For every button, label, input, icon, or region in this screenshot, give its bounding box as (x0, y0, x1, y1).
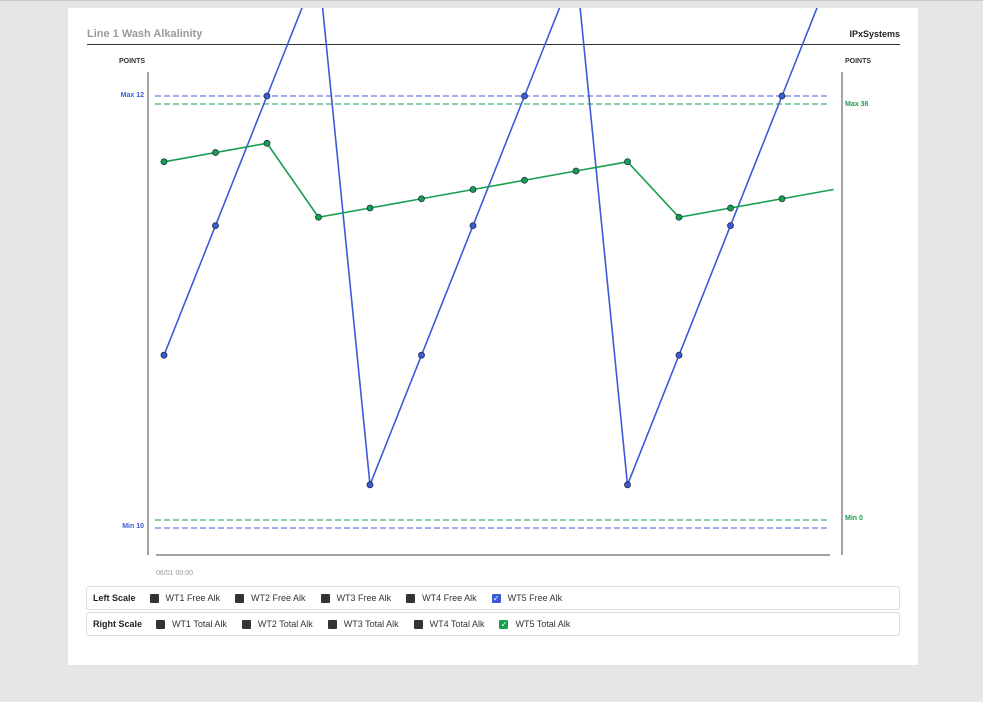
left-scale-label: Left Scale (93, 593, 136, 603)
legend-item-label: WT2 Free Alk (251, 593, 306, 603)
left-min-label: Min 10 (122, 523, 144, 530)
legend-item-label: WT2 Total Alk (257, 619, 313, 629)
checkbox[interactable] (235, 593, 245, 603)
data-point[interactable] (778, 195, 786, 203)
data-point[interactable] (418, 195, 425, 203)
data-point[interactable] (212, 222, 219, 230)
data-point[interactable] (521, 92, 528, 100)
left-max-label: Max 12 (121, 92, 144, 99)
top-border (0, 0, 983, 1)
right-axis-label: POINTS (845, 58, 871, 65)
checkbox[interactable]: ✓ (499, 619, 509, 629)
legend-item-label: WT4 Free Alk (422, 593, 477, 603)
left-axis-label: POINTS (119, 58, 145, 65)
data-point[interactable] (366, 481, 374, 489)
data-point[interactable] (624, 158, 631, 166)
data-point[interactable] (366, 204, 374, 212)
left-scale-item-5[interactable]: ✓ WT5 Free Alk (491, 593, 563, 603)
right-scale-item-2[interactable]: WT2 Total Alk (241, 619, 313, 629)
checkbox[interactable] (156, 619, 166, 629)
series-line-wt5-free-alk (163, 8, 818, 486)
right-min-label: Min 0 (845, 515, 863, 522)
legend-item-label: WT3 Free Alk (336, 593, 392, 603)
data-point[interactable] (469, 186, 477, 193)
checkbox[interactable] (241, 619, 251, 629)
legend-item-label: WT3 Total Alk (343, 619, 399, 629)
data-point[interactable] (469, 222, 477, 230)
left-scale-legend: Left Scale WT1 Free Alk WT2 Free Alk WT3 F… (86, 586, 900, 610)
data-point[interactable] (521, 176, 528, 184)
data-point[interactable] (778, 92, 786, 100)
right-scale-item-1[interactable]: WT1 Total Alk (156, 619, 227, 629)
x-tick-label: 06/01 00:00 (156, 570, 193, 577)
checkbox[interactable]: ✓ (491, 593, 501, 603)
data-point[interactable] (572, 167, 580, 175)
legend-item-label: WT4 Total Alk (429, 619, 485, 629)
right-scale-item-5[interactable]: ✓ WT5 Total Alk (499, 619, 570, 629)
data-point[interactable] (675, 213, 683, 221)
series-layer (160, 8, 834, 489)
checkbox[interactable] (149, 593, 159, 603)
legend-item-label: WT5 Free Alk (507, 593, 563, 603)
left-scale-item-1[interactable]: WT1 Free Alk (149, 593, 221, 603)
chart-plot: POINTS POINTS Max 12 Min 10 Max 36 Min 0… (119, 8, 871, 577)
checkbox[interactable] (327, 619, 337, 629)
data-point[interactable] (263, 92, 271, 100)
data-point[interactable] (315, 213, 322, 221)
right-scale-item-4[interactable]: WT4 Total Alk (413, 619, 485, 629)
data-point[interactable] (160, 351, 168, 359)
right-scale-item-3[interactable]: WT3 Total Alk (327, 619, 399, 629)
data-point[interactable] (727, 222, 734, 230)
left-scale-item-3[interactable]: WT3 Free Alk (320, 593, 392, 603)
data-point[interactable] (212, 149, 219, 156)
chart-card: Line 1 Wash Alkalinity IPxSystems POINTS… (68, 8, 918, 665)
legend-item-label: WT1 Free Alk (165, 593, 221, 603)
checkbox[interactable] (413, 619, 423, 629)
right-scale-legend: Right Scale WT1 Total Alk WT2 Total Alk WT… (86, 612, 900, 636)
right-scale-label: Right Scale (93, 619, 143, 629)
data-point[interactable] (263, 139, 271, 147)
data-point[interactable] (727, 204, 734, 212)
data-point[interactable] (160, 158, 168, 166)
left-scale-item-4[interactable]: WT4 Free Alk (406, 593, 477, 603)
right-max-label: Max 36 (845, 101, 868, 108)
checkbox[interactable] (320, 593, 330, 603)
legend-item-label: WT1 Total Alk (172, 619, 227, 629)
checkbox[interactable] (406, 593, 416, 603)
data-point[interactable] (418, 351, 425, 359)
left-scale-item-2[interactable]: WT2 Free Alk (235, 593, 306, 603)
data-point[interactable] (675, 351, 683, 359)
data-point[interactable] (624, 481, 631, 489)
legend-item-label: WT5 Total Alk (515, 619, 571, 629)
